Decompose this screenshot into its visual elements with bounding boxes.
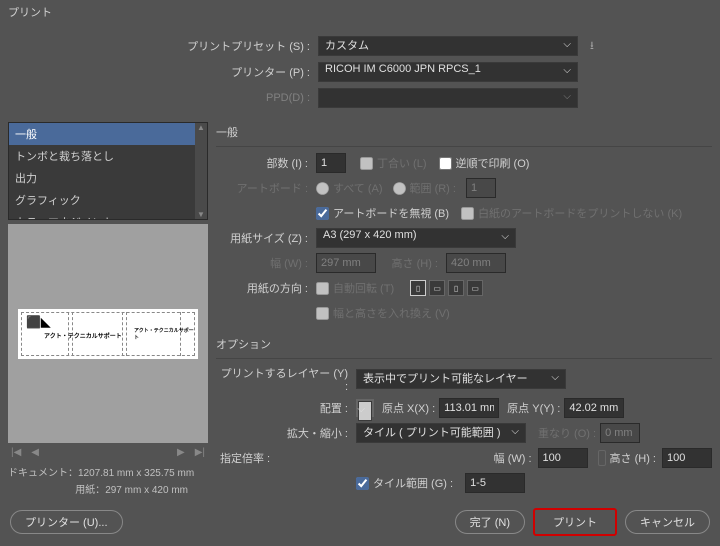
save-preset-icon[interactable]: ⭳ (590, 37, 594, 56)
nav-last-icon[interactable]: ▶| (195, 447, 205, 458)
orient-portrait-rev-icon[interactable]: ▯ (448, 280, 464, 296)
scale-select[interactable]: タイル ( プリント可能範囲 ) (356, 423, 526, 443)
doc-size-label: ドキュメント： (8, 468, 78, 479)
mag-height-label: 高さ (H) : (610, 450, 656, 466)
nav-first-icon[interactable]: |◀ (11, 447, 21, 458)
ignore-artboard-checkbox[interactable]: アートボードを無視 (B) (316, 205, 449, 221)
printer-setup-button[interactable]: プリンター (U)... (10, 510, 123, 534)
mag-width-input[interactable] (538, 448, 588, 468)
printer-select[interactable]: RICOH IM C6000 JPN RPCS_1 (318, 62, 578, 82)
media-size-label: 用紙： (75, 485, 105, 496)
general-heading: 一般 (216, 122, 712, 140)
placement-label: 配置 : (216, 400, 356, 416)
overlap-label: 重なり (O) : (538, 425, 596, 441)
origin-y-label: 原点 Y(Y) : (507, 400, 560, 416)
overlap-input (600, 423, 640, 443)
orientation-label: 用紙の方向 : (216, 280, 316, 296)
origin-x-input[interactable] (439, 398, 499, 418)
cancel-button[interactable]: キャンセル (625, 510, 710, 534)
nav-next-icon[interactable]: ▶ (177, 447, 185, 458)
layers-select[interactable]: 表示中でプリント可能なレイヤー (356, 369, 566, 389)
printer-label: プリンター (P) : (8, 64, 318, 80)
dialog-title: プリント (0, 0, 720, 24)
ppd-label: PPD(D) : (8, 92, 318, 104)
reverse-checkbox[interactable]: 逆順で印刷 (O) (439, 155, 530, 171)
link-icon[interactable] (598, 450, 606, 466)
preview-nav[interactable]: |◀ ◀ ▶ ▶| (8, 447, 208, 458)
paper-height-input (446, 253, 506, 273)
list-item-output[interactable]: 出力 (9, 167, 207, 189)
paper-size-label: 用紙サイズ (Z) : (216, 230, 316, 246)
mag-height-input[interactable] (662, 448, 712, 468)
preview-area: ⬛◣ アクト・テクニカルサポート アクト・テクニカルサポート (8, 224, 208, 443)
list-item-color[interactable]: カラーマネジメント (9, 211, 207, 220)
artboard-preview: ⬛◣ アクト・テクニカルサポート アクト・テクニカルサポート (18, 309, 198, 359)
mag-width-label: 幅 (W) : (494, 450, 532, 466)
listbox-scrollbar[interactable] (195, 123, 207, 219)
print-button[interactable]: プリント (533, 508, 617, 536)
collate-checkbox: 丁合い (L) (360, 155, 427, 171)
preset-select[interactable]: カスタム (318, 36, 578, 56)
skip-blank-checkbox: 白紙のアートボードをプリントしない (K) (461, 205, 682, 221)
orient-landscape-rev-icon[interactable]: ▭ (467, 280, 483, 296)
all-radio: すべて (A) (316, 180, 383, 196)
list-item-graphics[interactable]: グラフィック (9, 189, 207, 211)
auto-rotate-checkbox: 自動回転 (T) (316, 280, 394, 296)
options-heading: オプション (216, 334, 712, 352)
paper-height-label: 高さ (H) : (376, 255, 446, 271)
copies-input[interactable] (316, 153, 346, 173)
paper-width-label: 幅 (W) : (216, 255, 316, 271)
range-input (466, 178, 496, 198)
orient-landscape-icon[interactable]: ▭ (429, 280, 445, 296)
tile-range-checkbox[interactable]: タイル範囲 (G) : (356, 475, 453, 491)
nav-prev-icon[interactable]: ◀ (31, 447, 39, 458)
magnification-label: 指定倍率 : (216, 450, 286, 466)
ppd-select (318, 88, 578, 108)
placement-grid[interactable] (356, 399, 374, 417)
doc-size-value: 1207.81 mm x 325.75 mm (78, 468, 194, 479)
artboard-label: アートボード : (216, 180, 316, 196)
list-item-general[interactable]: 一般 (9, 123, 207, 145)
scale-label: 拡大・縮小 : (216, 425, 356, 441)
range-radio: 範囲 (R) : (393, 180, 456, 196)
paper-width-input (316, 253, 376, 273)
tile-range-input[interactable] (465, 473, 525, 493)
paper-size-select[interactable]: A3 (297 x 420 mm) (316, 228, 516, 248)
preset-label: プリントプリセット (S) : (8, 38, 318, 54)
orient-portrait-icon[interactable]: ▯ (410, 280, 426, 296)
origin-y-input[interactable] (564, 398, 624, 418)
transverse-checkbox: 幅と高さを入れ換え (V) (316, 305, 450, 321)
list-item-marks[interactable]: トンボと裁ち落とし (9, 145, 207, 167)
media-size-value: 297 mm x 420 mm (105, 485, 188, 496)
category-listbox[interactable]: 一般 トンボと裁ち落とし 出力 グラフィック カラーマネジメント (8, 122, 208, 220)
origin-x-label: 原点 X(X) : (382, 400, 435, 416)
copies-label: 部数 (I) : (216, 155, 316, 171)
done-button[interactable]: 完了 (N) (455, 510, 525, 534)
layers-label: プリントするレイヤー (Y) : (216, 365, 356, 393)
